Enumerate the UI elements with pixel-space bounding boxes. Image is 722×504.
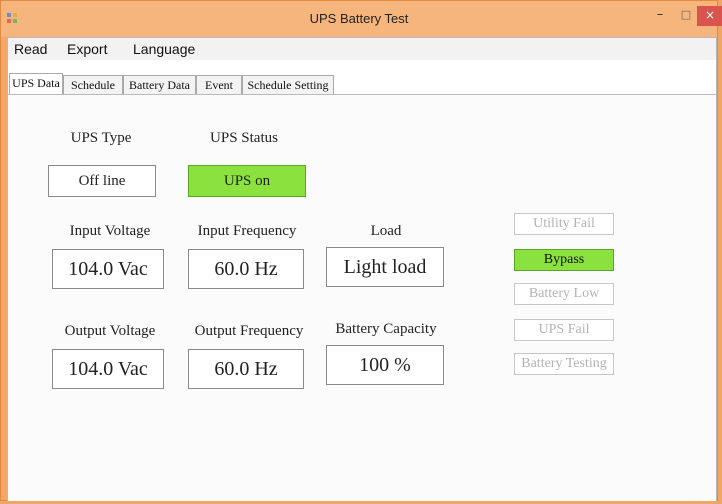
- tab-ups-data[interactable]: UPS Data: [9, 73, 63, 95]
- input-frequency-label: Input Frequency: [197, 223, 297, 239]
- tab-battery-data[interactable]: Battery Data: [123, 75, 196, 94]
- ups-type-value: Off line: [48, 165, 156, 197]
- load-value: Light load: [326, 247, 444, 287]
- indicator-ups-fail: UPS Fail: [514, 319, 614, 341]
- menu-export[interactable]: Export: [67, 41, 107, 57]
- window-title: UPS Battery Test: [309, 11, 409, 26]
- input-frequency-value: 60.0 Hz: [188, 249, 304, 289]
- battery-capacity-value: 100 %: [326, 345, 444, 385]
- client-area: Read Export Language UPS Data Schedule B…: [7, 37, 717, 501]
- tab-event[interactable]: Event: [196, 75, 242, 94]
- title-bar[interactable]: UPS Battery Test – □ ×: [1, 1, 722, 37]
- ups-data-panel: UPS Type Off line UPS Status UPS on Inpu…: [8, 94, 716, 501]
- indicator-battery-testing: Battery Testing: [514, 353, 614, 375]
- minimize-button[interactable]: –: [648, 6, 672, 26]
- menu-bar: Read Export Language: [8, 38, 716, 60]
- load-label: Load: [370, 223, 402, 239]
- ups-status-value: UPS on: [188, 165, 306, 197]
- output-frequency-label: Output Frequency: [194, 323, 304, 339]
- menu-language[interactable]: Language: [133, 41, 195, 57]
- ups-type-label: UPS Type: [70, 130, 132, 146]
- input-voltage-value: 104.0 Vac: [52, 249, 164, 289]
- output-voltage-label: Output Voltage: [64, 323, 156, 339]
- maximize-button[interactable]: □: [674, 6, 698, 26]
- output-frequency-value: 60.0 Hz: [188, 349, 304, 389]
- tab-schedule-setting[interactable]: Schedule Setting: [242, 75, 334, 94]
- close-button[interactable]: ×: [697, 6, 722, 26]
- output-voltage-value: 104.0 Vac: [52, 349, 164, 389]
- ups-status-label: UPS Status: [210, 130, 278, 146]
- input-voltage-label: Input Voltage: [69, 223, 151, 239]
- tab-schedule[interactable]: Schedule: [63, 75, 123, 94]
- indicator-bypass: Bypass: [514, 249, 614, 271]
- indicator-utility-fail: Utility Fail: [514, 213, 614, 235]
- app-window: UPS Battery Test – □ × Read Export Langu…: [0, 0, 722, 501]
- battery-capacity-label: Battery Capacity: [335, 321, 437, 337]
- indicator-battery-low: Battery Low: [514, 283, 614, 305]
- menu-read[interactable]: Read: [14, 41, 47, 57]
